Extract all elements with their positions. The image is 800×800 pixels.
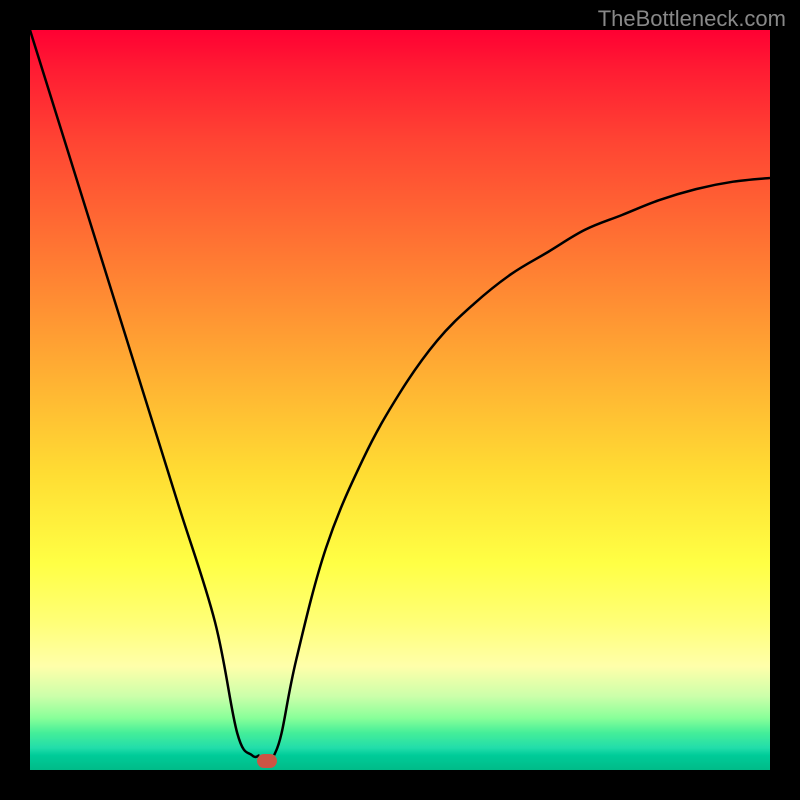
minimum-marker	[257, 754, 277, 768]
watermark-text: TheBottleneck.com	[598, 6, 786, 32]
curve-left-branch	[30, 30, 259, 757]
chart-curve	[30, 30, 770, 770]
curve-right-branch	[274, 178, 770, 755]
